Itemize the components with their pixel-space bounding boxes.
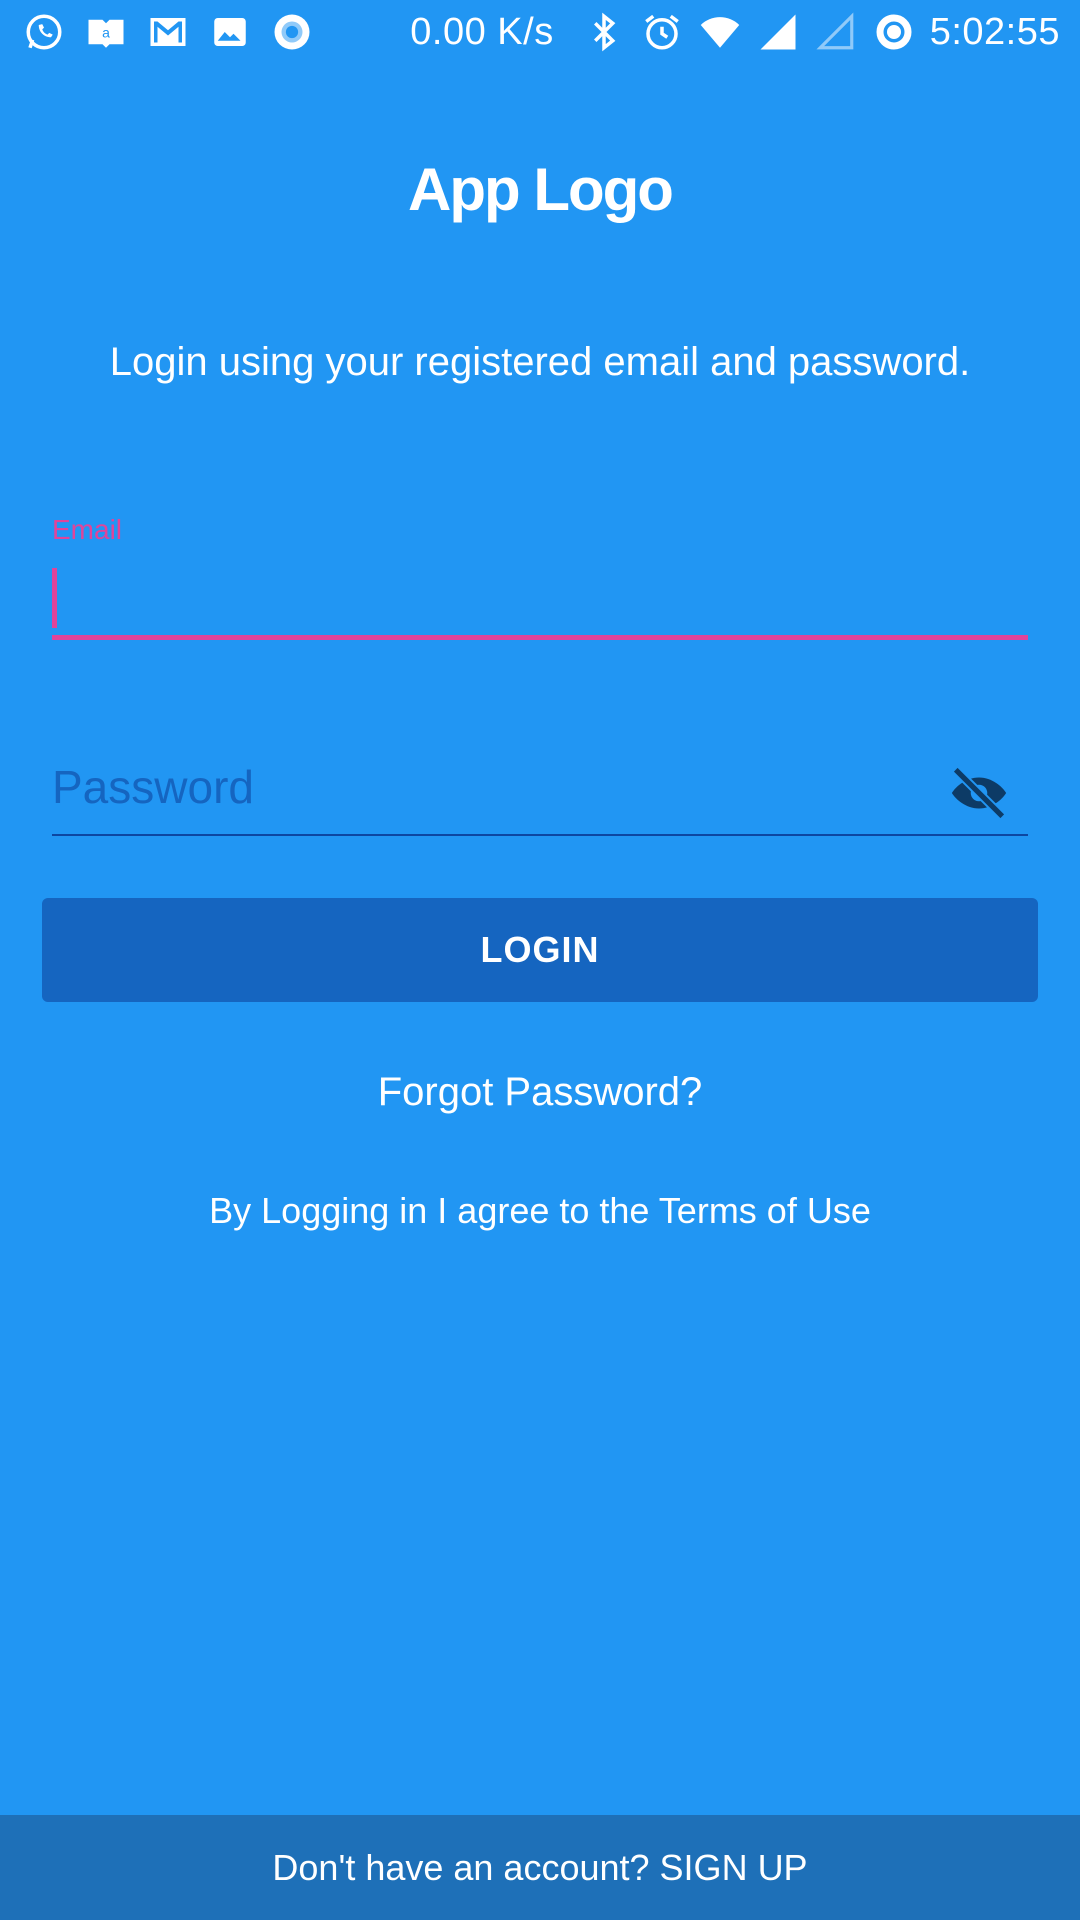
password-field[interactable]: Password — [52, 752, 1028, 836]
amazon-kindle-icon: a — [84, 10, 128, 54]
email-field[interactable] — [52, 560, 1028, 640]
data-saver-icon — [872, 10, 916, 54]
record-icon — [270, 10, 314, 54]
notification-icons: a — [22, 8, 314, 56]
app-logo: App Logo — [408, 156, 674, 223]
svg-text:a: a — [102, 24, 110, 40]
visibility-off-icon[interactable] — [948, 762, 1010, 824]
bluetooth-icon — [582, 10, 626, 54]
login-instructions: Login using your registered email and pa… — [109, 340, 971, 384]
signup-bar[interactable]: Don't have an account? SIGN UP — [0, 1815, 1080, 1920]
forgot-password-link[interactable]: Forgot Password? — [0, 1070, 1080, 1115]
text-cursor — [52, 568, 57, 628]
system-icons: 0.00 K/s 5:02:55 — [410, 8, 1060, 56]
whatsapp-icon — [22, 10, 66, 54]
signal-icon — [756, 10, 800, 54]
network-speed: 0.00 K/s — [410, 10, 554, 53]
terms-of-use-text[interactable]: By Logging in I agree to the Terms of Us… — [0, 1190, 1080, 1232]
wifi-icon — [698, 10, 742, 54]
login-button[interactable]: LOGIN — [42, 898, 1038, 1002]
clock: 5:02:55 — [929, 10, 1060, 53]
email-label: Email — [52, 514, 123, 545]
alarm-icon — [640, 10, 684, 54]
signal-empty-icon — [814, 10, 858, 54]
gmail-icon — [146, 10, 190, 54]
status-bar: a 0.00 K/s 5:02:55 — [0, 0, 1080, 64]
gallery-icon — [208, 10, 252, 54]
password-placeholder: Password — [52, 761, 254, 813]
